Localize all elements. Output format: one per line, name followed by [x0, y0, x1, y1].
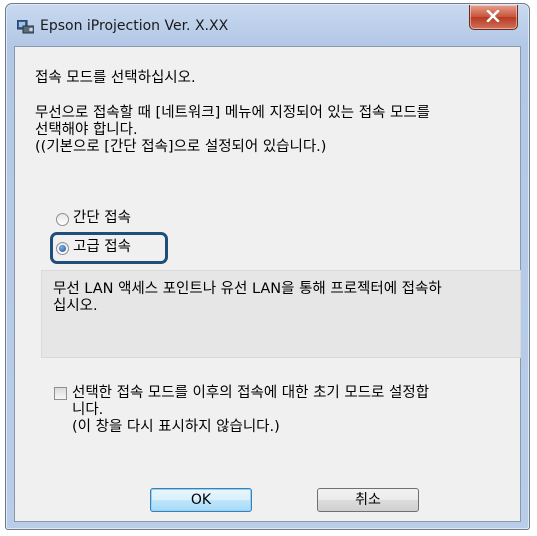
- window-title: Epson iProjection Ver. X.XX: [40, 18, 229, 34]
- title-bar[interactable]: Epson iProjection Ver. X.XX: [6, 4, 529, 46]
- ok-button[interactable]: OK: [150, 488, 252, 512]
- option-description-box: 무선 LAN 액세스 포인트나 유선 LAN을 통해 프로젝터에 접속하 십시오…: [41, 270, 521, 358]
- close-icon: [486, 10, 500, 22]
- radio-label-simple[interactable]: 간단 접속: [73, 209, 131, 227]
- description-line-1: 무선 LAN 액세스 포인트나 유선 LAN을 통해 프로젝터에 접속하: [53, 281, 442, 297]
- dialog-body: 접속 모드를 선택하십시오. 무선으로 접속할 때 [네트워크] 메뉴에 지정되…: [14, 46, 521, 522]
- cancel-button[interactable]: 취소: [317, 488, 419, 512]
- instruction-line-3: ((기본으로 [간단 접속]으로 설정되어 있습니다.): [35, 139, 327, 155]
- checkbox-label-line-3[interactable]: (이 창을 다시 표시하지 않습니다.): [72, 418, 280, 436]
- projector-app-icon: [16, 19, 35, 34]
- checkbox-label-line-1[interactable]: 선택한 접속 모드를 이후의 접속에 대한 초기 모드로 설정합: [72, 384, 429, 402]
- description-line-2: 십시오.: [53, 298, 98, 314]
- radio-button-advanced[interactable]: [56, 242, 69, 255]
- checkbox-label-line-2[interactable]: 니다.: [72, 401, 103, 419]
- prompt-text: 접속 모드를 선택하십시오.: [35, 70, 196, 86]
- remember-mode-checkbox[interactable]: [54, 387, 67, 400]
- instruction-line-1: 무선으로 접속할 때 [네트워크] 메뉴에 지정되어 있는 접속 모드를: [35, 105, 431, 121]
- instruction-line-2: 선택해야 합니다.: [35, 122, 138, 138]
- dialog-window: Epson iProjection Ver. X.XX 접속 모드를 선택하십시…: [5, 3, 530, 530]
- radio-label-advanced[interactable]: 고급 접속: [73, 238, 131, 256]
- close-button[interactable]: [469, 5, 518, 30]
- radio-button-simple[interactable]: [56, 213, 69, 226]
